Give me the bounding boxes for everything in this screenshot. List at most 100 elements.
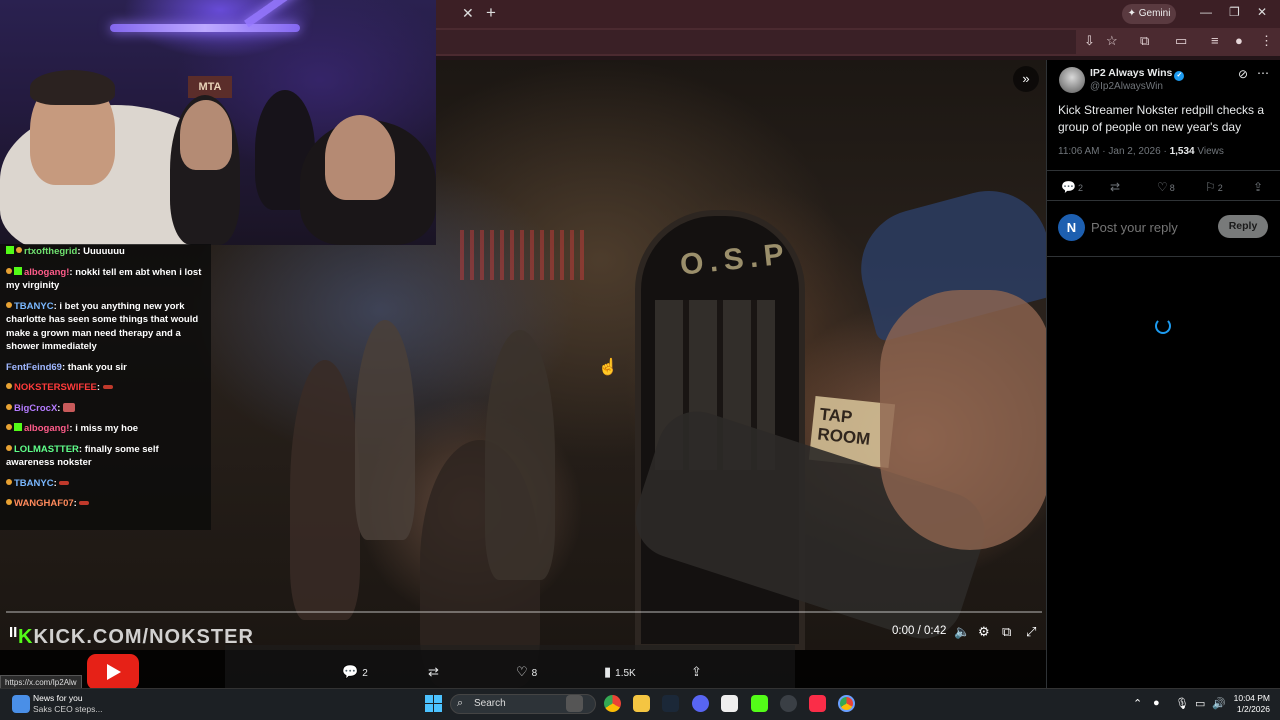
tweet-timestamp[interactable]: 11:06 AM · Jan 2, 2026 · — [1058, 146, 1170, 157]
chat-user[interactable]: LOLMASTTER — [14, 444, 79, 455]
search-label: Search — [474, 698, 506, 709]
news-widget-icon[interactable] — [12, 695, 30, 713]
chat-text: : i miss my hoe — [69, 423, 139, 434]
user-dot-icon — [6, 301, 12, 308]
capcut-icon[interactable] — [721, 695, 738, 712]
user-dot-icon — [6, 424, 12, 430]
views-action[interactable]: ▮ 1.5K — [604, 664, 636, 680]
file-explorer-icon[interactable] — [633, 695, 650, 712]
hand-cursor-icon: ☝ — [598, 359, 618, 376]
emote-icon — [63, 402, 76, 412]
speaker-icon[interactable]: 🔊 — [1212, 697, 1226, 710]
status-url: https://x.com/Ip2Alw — [0, 675, 82, 689]
app-icon[interactable] — [780, 695, 797, 712]
cast-icon[interactable]: ▭ — [1175, 33, 1187, 49]
steam-icon[interactable] — [662, 695, 679, 712]
chrome-active-icon[interactable] — [838, 695, 855, 712]
author-avatar[interactable] — [1059, 67, 1085, 93]
search-icon: ⌕ — [457, 697, 464, 709]
tweet-repost-action[interactable]: ⇄ — [1110, 180, 1122, 194]
window-close-icon[interactable]: ✕ — [1257, 5, 1267, 19]
chat-user[interactable]: BigCrocX — [14, 403, 57, 414]
like-action[interactable]: ♡ 8 — [516, 664, 537, 680]
reply-button[interactable]: Reply — [1218, 215, 1268, 238]
fullscreen-icon[interactable]: ⤢ — [1026, 624, 1036, 640]
address-bar[interactable] — [436, 30, 1076, 54]
wall-sign: MTA — [188, 76, 232, 98]
video-time: 0:00 / 0:42 — [892, 625, 947, 637]
tray-overflow-icon[interactable]: ⌃ — [1133, 697, 1142, 710]
subscriber-badge-icon — [14, 266, 22, 275]
tweet-share-action[interactable]: ⇪ — [1253, 180, 1265, 194]
chat-user[interactable]: albogang! — [24, 423, 69, 434]
reply-icon: 💬 — [342, 664, 359, 679]
tray-app-icon[interactable]: ● — [1153, 697, 1160, 709]
author-handle[interactable]: @Ip2AlwaysWin — [1090, 81, 1163, 92]
author-name[interactable]: IP2 Always Wins ✓ — [1090, 67, 1185, 81]
video-progress-bar[interactable] — [6, 611, 1042, 613]
install-app-icon[interactable]: ⇩ — [1084, 33, 1095, 49]
chat-user[interactable]: WANGHAF07 — [14, 498, 74, 509]
clock-time[interactable]: 10:04 PM — [1232, 693, 1270, 703]
chat-user[interactable]: rtxofthegrid — [24, 246, 77, 257]
divider — [1047, 256, 1280, 257]
bookmark-star-icon[interactable]: ☆ — [1106, 33, 1118, 49]
reply-count: 2 — [362, 668, 368, 679]
pause-button[interactable]: II — [9, 624, 17, 641]
profile-icon[interactable]: ● — [1235, 33, 1243, 48]
tweet-reply-action[interactable]: 💬 2 — [1061, 180, 1083, 194]
heart-icon: ♡ — [516, 664, 528, 679]
chat-user[interactable]: FentFeind69 — [6, 362, 62, 373]
emote-icon — [79, 501, 90, 505]
tweet-bookmark-action[interactable]: ⚐ 2 — [1205, 180, 1223, 194]
user-dot-icon — [6, 267, 12, 274]
grok-icon[interactable]: ⊘ — [1238, 67, 1248, 81]
blurred-overlay — [225, 645, 795, 690]
tab-search-icon[interactable]: ≡ — [1211, 33, 1219, 48]
reply-input[interactable] — [1091, 218, 1211, 236]
new-tab-icon[interactable]: + — [486, 3, 496, 23]
emote-icon — [59, 480, 70, 485]
repost-action[interactable]: ⇄ — [428, 664, 443, 680]
discord-icon[interactable] — [692, 695, 709, 712]
chrome-icon[interactable] — [604, 695, 621, 712]
gemini-button[interactable]: ✦ Gemini — [1122, 4, 1176, 24]
windows-start-icon[interactable] — [425, 695, 442, 712]
maximize-icon[interactable]: ❐ — [1229, 5, 1240, 19]
repost-icon: ⇄ — [1110, 180, 1121, 194]
chat-user[interactable]: albogang! — [24, 267, 69, 278]
reply-icon: 💬 — [1061, 180, 1076, 194]
share-action[interactable]: ⇪ — [691, 664, 706, 680]
more-options-icon[interactable]: ⋯ — [1257, 66, 1269, 80]
tweet-like-action[interactable]: ♡ 8 — [1157, 180, 1175, 194]
chat-message: rtxofthegrid: Uuuuuuu — [0, 244, 211, 265]
chat-text: : — [73, 498, 77, 509]
chat-message: BigCrocX: — [0, 401, 211, 422]
microphone-icon[interactable]: 🎙 — [1175, 697, 1189, 710]
network-icon[interactable]: ▭ — [1195, 697, 1205, 710]
search-highlight-icon[interactable] — [566, 695, 583, 712]
webcam-overlay: MTA — [0, 0, 436, 245]
kick-app-icon[interactable] — [751, 695, 768, 712]
expand-icon[interactable]: » — [1013, 66, 1039, 92]
share-icon: ⇪ — [1253, 180, 1264, 194]
youtube-play-icon — [107, 664, 121, 680]
browser-menu-icon[interactable]: ⋮ — [1260, 33, 1273, 49]
volume-icon[interactable]: 🔈 — [954, 624, 970, 640]
extensions-icon[interactable]: ⧉ — [1140, 33, 1149, 49]
chat-user[interactable]: TBANYC — [14, 301, 54, 312]
clock-date[interactable]: 1/2/2026 — [1232, 704, 1270, 714]
news-widget-subtitle[interactable]: Saks CEO steps... — [33, 704, 102, 714]
news-widget-title[interactable]: News for you — [33, 693, 83, 703]
music-icon[interactable] — [809, 695, 826, 712]
pip-icon[interactable]: ⧉ — [1002, 624, 1011, 640]
reply-action[interactable]: 💬 2 — [342, 664, 368, 680]
settings-gear-icon[interactable]: ⚙ — [978, 624, 990, 640]
minimize-icon[interactable]: — — [1200, 5, 1212, 19]
chat-user[interactable]: TBANYC — [14, 478, 54, 489]
user-dot-icon — [6, 499, 12, 505]
chat-user[interactable]: NOKSTERSWIFEE — [14, 382, 97, 393]
chat-message: albogang!: nokki tell em abt when i lost… — [0, 265, 211, 299]
tab-close-icon[interactable]: ✕ — [462, 5, 474, 22]
tweet-like-count: 8 — [1169, 183, 1175, 193]
